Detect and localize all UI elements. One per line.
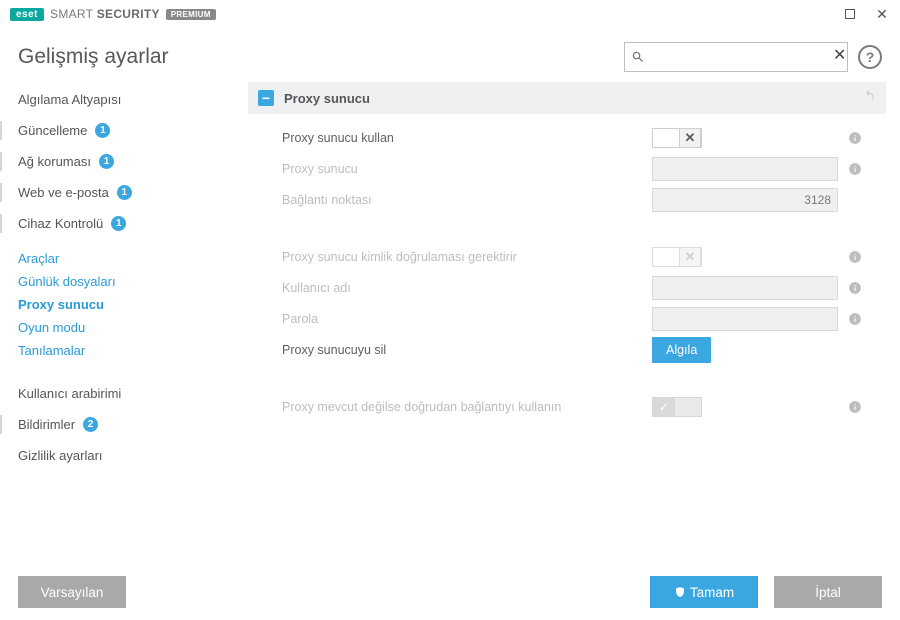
brand-eset-badge: eset — [10, 8, 44, 21]
square-icon — [845, 9, 855, 19]
row-detect: Proxy sunucuyu sil Algıla — [282, 334, 886, 365]
info-icon — [848, 312, 862, 326]
info-icon — [848, 281, 862, 295]
main: Algılama Altyapısı Güncelleme 1 Ağ koruma… — [0, 82, 900, 582]
search-icon — [631, 50, 645, 64]
x-icon: ✕ — [685, 130, 696, 146]
sidebar-item-label: Bildirimler — [18, 417, 75, 432]
row-proxy-server: Proxy sunucu — [282, 153, 886, 184]
auth-required-toggle: ✕ — [652, 247, 702, 267]
badge: 1 — [111, 216, 126, 231]
sidebar-item-tools[interactable]: Araçlar — [0, 241, 248, 270]
row-auth-required: Proxy sunucu kimlik doğrulaması gerektir… — [282, 241, 886, 272]
info-button[interactable] — [848, 162, 862, 176]
ok-button[interactable]: Tamam — [650, 576, 758, 608]
sidebar-item-update[interactable]: Güncelleme 1 — [0, 115, 248, 146]
sidebar-item-label: Güncelleme — [18, 123, 87, 138]
sidebar-item-label: Algılama Altyapısı — [18, 92, 121, 107]
window-controls: ✕ — [842, 6, 890, 23]
password-label: Parola — [282, 312, 652, 326]
sidebar-item-web-email[interactable]: Web ve e-posta 1 — [0, 177, 248, 208]
shield-icon — [674, 586, 686, 598]
row-port: Bağlantı noktası — [282, 184, 886, 215]
info-icon — [848, 131, 862, 145]
header-row: Gelişmiş ayarlar ✕ ? — [0, 28, 900, 82]
search-clear-button[interactable]: ✕ — [833, 49, 846, 65]
badge: 1 — [117, 185, 132, 200]
username-input — [652, 276, 838, 300]
search-input[interactable] — [645, 50, 833, 65]
page-title: Gelişmiş ayarlar — [18, 45, 169, 69]
section-collapse-button[interactable]: − — [258, 90, 274, 106]
info-button[interactable] — [848, 281, 862, 295]
brand: eset SMART SECURITY PREMIUM — [10, 7, 216, 21]
sidebar-subitem-log-files[interactable]: Günlük dosyaları — [0, 270, 248, 293]
sidebar-item-label: Kullanıcı arabirimi — [18, 386, 121, 401]
direct-connection-toggle: ✓ — [652, 397, 702, 417]
info-button[interactable] — [848, 131, 862, 145]
sidebar-item-label: Gizlilik ayarları — [18, 448, 103, 463]
info-button[interactable] — [848, 400, 862, 414]
detect-label: Proxy sunucuyu sil — [282, 343, 652, 357]
section-title: Proxy sunucu — [284, 91, 370, 106]
port-input — [652, 188, 838, 212]
sidebar-item-detection-engine[interactable]: Algılama Altyapısı — [0, 84, 248, 115]
sidebar-subitem-gamer-mode[interactable]: Oyun modu — [0, 316, 248, 339]
x-icon: ✕ — [685, 249, 696, 265]
footer: Varsayılan Tamam İptal — [0, 564, 900, 620]
sidebar: Algılama Altyapısı Güncelleme 1 Ağ koruma… — [0, 82, 248, 582]
info-icon — [848, 400, 862, 414]
info-icon — [848, 250, 862, 264]
section-header: − Proxy sunucu — [248, 82, 886, 114]
sidebar-item-label: Ağ koruması — [18, 154, 91, 169]
password-input — [652, 307, 838, 331]
badge: 1 — [95, 123, 110, 138]
badge: 1 — [99, 154, 114, 169]
searchbox[interactable]: ✕ — [624, 42, 848, 72]
auth-required-label: Proxy sunucu kimlik doğrulaması gerektir… — [282, 250, 652, 264]
info-button[interactable] — [848, 250, 862, 264]
search-wrap: ✕ ? — [624, 42, 882, 72]
window-close-button[interactable]: ✕ — [874, 6, 890, 23]
sidebar-item-network-protection[interactable]: Ağ koruması 1 — [0, 146, 248, 177]
brand-premium-badge: PREMIUM — [166, 9, 216, 20]
use-proxy-toggle[interactable]: ✕ — [652, 128, 702, 148]
row-use-proxy: Proxy sunucu kullan ✕ — [282, 122, 886, 153]
use-proxy-label: Proxy sunucu kullan — [282, 131, 652, 145]
sidebar-item-privacy-settings[interactable]: Gizlilik ayarları — [0, 440, 248, 471]
proxy-server-label: Proxy sunucu — [282, 162, 652, 176]
section-revert-button[interactable] — [862, 89, 876, 108]
direct-connection-label: Proxy mevcut değilse doğrudan bağlantıyı… — [282, 400, 652, 414]
badge: 2 — [83, 417, 98, 432]
window-maximize-button[interactable] — [842, 6, 858, 23]
sidebar-item-label: Cihaz Kontrolü — [18, 216, 103, 231]
default-button[interactable]: Varsayılan — [18, 576, 126, 608]
port-label: Bağlantı noktası — [282, 193, 652, 207]
sidebar-subgroup-tools: Araçlar Günlük dosyaları Proxy sunucu Oy… — [0, 239, 248, 368]
info-icon — [848, 162, 862, 176]
form: Proxy sunucu kullan ✕ Proxy sunucu Bağla… — [248, 114, 886, 422]
cancel-button[interactable]: İptal — [774, 576, 882, 608]
sidebar-item-notifications[interactable]: Bildirimler 2 — [0, 409, 248, 440]
row-direct-connection: Proxy mevcut değilse doğrudan bağlantıyı… — [282, 391, 886, 422]
info-button[interactable] — [848, 312, 862, 326]
row-password: Parola — [282, 303, 886, 334]
sidebar-item-device-control[interactable]: Cihaz Kontrolü 1 — [0, 208, 248, 239]
sidebar-subitem-proxy-server[interactable]: Proxy sunucu — [0, 293, 248, 316]
row-username: Kullanıcı adı — [282, 272, 886, 303]
username-label: Kullanıcı adı — [282, 281, 652, 295]
proxy-server-input — [652, 157, 838, 181]
titlebar: eset SMART SECURITY PREMIUM ✕ — [0, 0, 900, 28]
help-button[interactable]: ? — [858, 45, 882, 69]
check-icon: ✓ — [659, 400, 669, 414]
sidebar-item-label: Web ve e-posta — [18, 185, 109, 200]
revert-icon — [862, 89, 876, 103]
detect-button[interactable]: Algıla — [652, 337, 711, 363]
ok-label: Tamam — [690, 585, 734, 600]
sidebar-item-user-interface[interactable]: Kullanıcı arabirimi — [0, 378, 248, 409]
sidebar-subitem-diagnostics[interactable]: Tanılamalar — [0, 339, 248, 362]
content: − Proxy sunucu Proxy sunucu kullan ✕ Pro… — [248, 82, 900, 582]
brand-product-name: SMART SECURITY — [50, 7, 160, 21]
